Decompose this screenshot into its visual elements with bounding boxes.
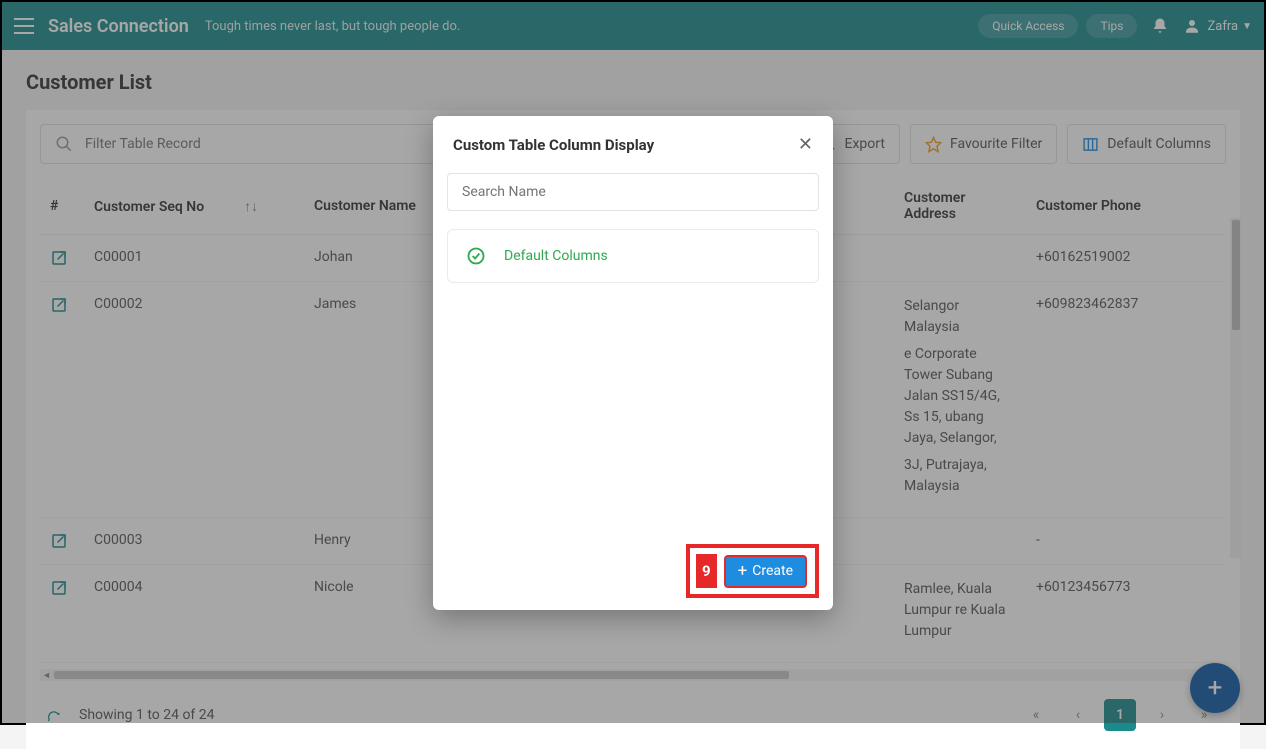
callout-number: 9	[696, 554, 717, 588]
column-item-label: Default Columns	[504, 248, 608, 264]
modal-search-input[interactable]	[447, 173, 819, 211]
modal-title: Custom Table Column Display	[453, 136, 798, 154]
close-icon[interactable]: ✕	[798, 134, 813, 155]
create-button[interactable]: + Create	[724, 555, 807, 588]
check-circle-icon	[466, 246, 486, 266]
modal-overlay[interactable]: Custom Table Column Display ✕ Default Co…	[2, 2, 1264, 723]
plus-icon: +	[738, 563, 748, 580]
default-columns-item[interactable]: Default Columns	[447, 229, 819, 283]
callout-highlight: 9 + Create	[686, 544, 819, 598]
column-display-modal: Custom Table Column Display ✕ Default Co…	[433, 116, 833, 610]
